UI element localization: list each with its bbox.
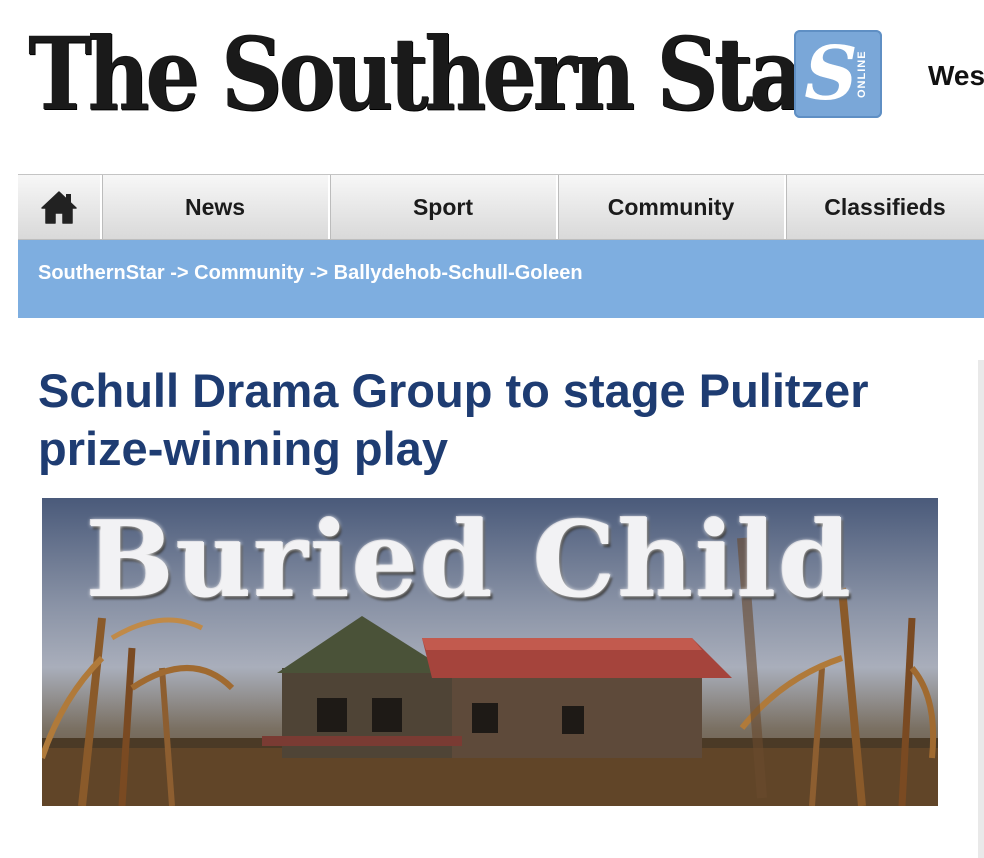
breadcrumb-separator: -> <box>170 262 195 284</box>
image-title-text: Buried Child <box>86 498 854 621</box>
nav-item-classifieds[interactable]: Classifieds <box>786 175 984 239</box>
article-image[interactable]: Buried Child <box>42 498 938 806</box>
nav-home-button[interactable] <box>18 175 102 239</box>
region-label[interactable]: Wes <box>928 60 984 92</box>
site-logo[interactable]: The Southern Star <box>28 10 845 138</box>
badge-caption: ONLINE <box>856 50 868 98</box>
masthead: The Southern Star <box>28 15 845 138</box>
breadcrumb-item-home[interactable]: SouthernStar <box>38 262 165 284</box>
sidebar-divider <box>978 360 984 858</box>
breadcrumb-separator: -> <box>309 262 334 284</box>
badge-letter: S <box>804 31 858 117</box>
main-nav: News Sport Community Classifieds <box>18 174 984 240</box>
breadcrumb-trail: SouthernStar -> Community -> Ballydehob-… <box>38 262 583 285</box>
home-icon <box>41 191 77 224</box>
nav-item-sport[interactable]: Sport <box>330 175 558 239</box>
breadcrumb-item-community[interactable]: Community <box>194 262 304 284</box>
breadcrumb-item-section[interactable]: Ballydehob-Schull-Goleen <box>334 262 583 284</box>
nav-item-news[interactable]: News <box>102 175 330 239</box>
breadcrumb: SouthernStar -> Community -> Ballydehob-… <box>18 240 984 318</box>
article-title: Schull Drama Group to stage Pulitzer pri… <box>38 364 869 475</box>
nav-item-community[interactable]: Community <box>558 175 786 239</box>
online-badge-icon[interactable]: S ONLINE <box>794 30 882 118</box>
